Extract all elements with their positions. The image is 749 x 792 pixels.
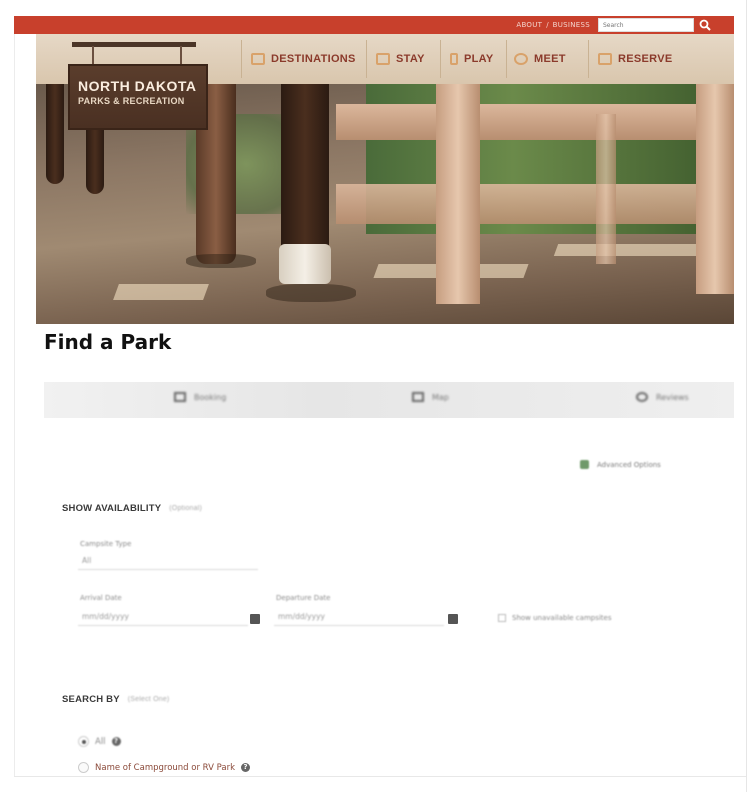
campsite-type-label: Campsite Type xyxy=(80,540,132,548)
search-by-title: SEARCH BY xyxy=(62,694,120,705)
map-icon xyxy=(412,392,424,402)
tab-booking[interactable]: Booking xyxy=(174,392,226,402)
chat-icon xyxy=(636,392,648,402)
show-unavailable-checkbox[interactable]: Show unavailable campsites xyxy=(498,614,612,622)
checkbox-label: Show unavailable campsites xyxy=(512,614,612,622)
calendar-icon[interactable] xyxy=(448,614,458,624)
horse-hoof xyxy=(279,244,331,284)
frame-border-bottom xyxy=(14,776,746,777)
tab-label: Booking xyxy=(194,392,227,402)
radio-button[interactable] xyxy=(78,736,89,747)
sign-chain xyxy=(180,46,182,66)
photo-light xyxy=(113,284,209,300)
nav-divider xyxy=(588,40,589,78)
nav-label: MEET xyxy=(534,53,566,65)
fence-post xyxy=(596,114,616,264)
meet-icon xyxy=(514,53,528,65)
about-link[interactable]: ABOUT xyxy=(516,21,542,29)
nav-stay[interactable]: STAY xyxy=(376,48,425,70)
horse-leg xyxy=(281,74,329,264)
utility-bar: ABOUT / BUSINESS xyxy=(14,16,734,34)
utility-separator: / xyxy=(546,21,549,29)
nav-label: DESTINATIONS xyxy=(271,53,356,65)
settings-icon xyxy=(580,460,589,469)
departure-date-label: Departure Date xyxy=(276,594,331,602)
fence-post xyxy=(436,84,480,304)
tab-label: Map xyxy=(432,392,449,402)
search-icon xyxy=(699,19,711,31)
reserve-icon xyxy=(598,53,612,65)
availability-title: SHOW AVAILABILITY xyxy=(62,503,162,514)
radio-label: All xyxy=(95,736,106,747)
page-title: Find a Park xyxy=(44,330,172,354)
nav-divider xyxy=(440,40,441,78)
destinations-icon xyxy=(251,53,265,65)
nav-divider xyxy=(506,40,507,78)
advanced-options-link[interactable]: Advanced Options xyxy=(580,460,661,469)
departure-placeholder: mm/dd/yyyy xyxy=(278,612,325,621)
sign-chain xyxy=(92,46,94,66)
nav-label: PLAY xyxy=(464,53,494,65)
availability-sub: (Optional) xyxy=(169,505,203,512)
tab-label: Reviews xyxy=(656,392,689,402)
search-by-heading: SEARCH BY (Select One) xyxy=(62,694,169,705)
help-icon[interactable]: ? xyxy=(241,763,250,772)
nav-meet[interactable]: MEET xyxy=(514,48,566,70)
nav-reserve[interactable]: RESERVE xyxy=(598,48,672,70)
calendar-icon xyxy=(174,392,186,402)
nav-label: RESERVE xyxy=(618,53,673,65)
campsite-type-select[interactable]: All xyxy=(78,552,258,570)
fence-post xyxy=(696,84,734,294)
logo-line1: NORTH DAKOTA xyxy=(78,78,197,94)
arrival-placeholder: mm/dd/yyyy xyxy=(82,612,129,621)
play-icon xyxy=(450,53,458,65)
calendar-icon[interactable] xyxy=(250,614,260,624)
fence-rail xyxy=(336,184,734,224)
fence-rail xyxy=(336,104,734,140)
radio-button[interactable] xyxy=(78,762,89,773)
photo-shadow xyxy=(186,254,256,268)
frame-border-left xyxy=(14,16,15,776)
view-tabs: Booking Map Reviews xyxy=(44,382,734,418)
nav-divider xyxy=(241,40,242,78)
site-logo[interactable]: NORTH DAKOTA PARKS & RECREATION xyxy=(68,64,208,130)
search-option-name[interactable]: Name of Campground or RV Park ? xyxy=(78,762,250,773)
search-by-sub: (Select One) xyxy=(127,696,170,703)
search-input[interactable] xyxy=(598,18,694,32)
nav-play[interactable]: PLAY xyxy=(450,48,494,70)
checkbox[interactable] xyxy=(498,614,506,622)
arrival-date-input[interactable]: mm/dd/yyyy xyxy=(78,608,248,626)
availability-heading: SHOW AVAILABILITY (Optional) xyxy=(62,503,202,514)
radio-label: Name of Campground or RV Park xyxy=(95,762,235,773)
photo-light xyxy=(553,244,719,256)
business-link[interactable]: BUSINESS xyxy=(553,21,590,29)
nav-label: STAY xyxy=(396,53,425,65)
search-option-all[interactable]: All ? xyxy=(78,736,121,747)
help-icon[interactable]: ? xyxy=(111,737,121,746)
campsite-type-value: All xyxy=(82,556,92,565)
arrival-date-label: Arrival Date xyxy=(80,594,122,602)
departure-date-input[interactable]: mm/dd/yyyy xyxy=(274,608,444,626)
horse-leg xyxy=(46,74,64,184)
tab-reviews[interactable]: Reviews xyxy=(636,392,689,402)
frame-border-right xyxy=(746,0,747,792)
advanced-label: Advanced Options xyxy=(597,460,661,469)
sign-bar xyxy=(72,42,196,47)
search-button[interactable] xyxy=(694,16,716,34)
logo-line2: PARKS & RECREATION xyxy=(78,96,185,106)
tab-map[interactable]: Map xyxy=(412,392,449,402)
nav-destinations[interactable]: DESTINATIONS xyxy=(251,48,356,70)
stay-icon xyxy=(376,53,390,65)
nav-divider xyxy=(366,40,367,78)
photo-shadow xyxy=(266,284,356,302)
